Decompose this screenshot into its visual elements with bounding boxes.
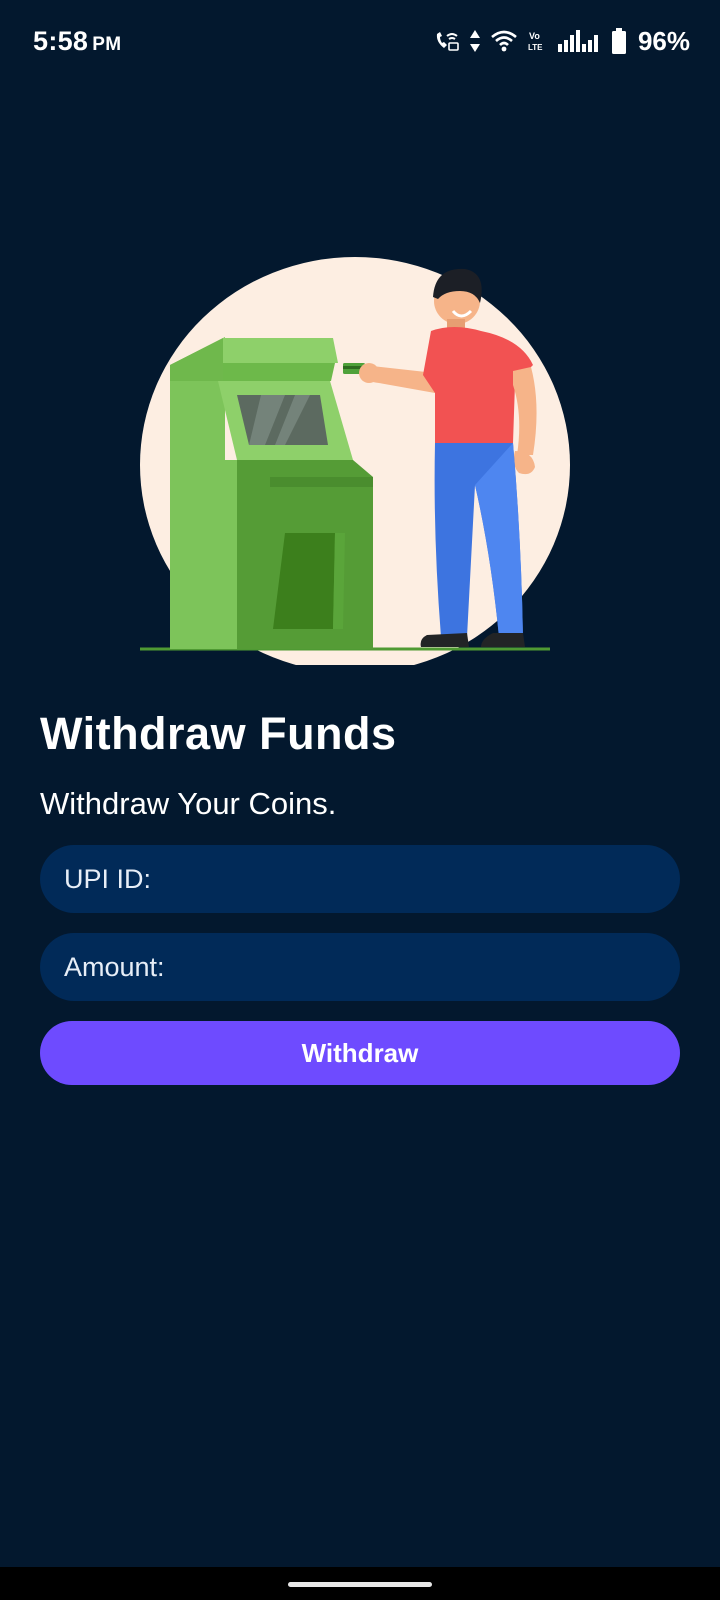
amount-input[interactable] (40, 933, 680, 1001)
page-title: Withdraw Funds (40, 708, 397, 759)
data-arrows-icon (469, 29, 481, 53)
status-time: 5:58 PM (33, 26, 121, 57)
battery-percentage: 96% (637, 25, 690, 56)
svg-text:Vo: Vo (529, 31, 540, 41)
status-time-ampm: PM (92, 34, 122, 55)
atm-withdraw-illustration (135, 255, 585, 673)
signal-icon (557, 30, 602, 52)
status-time-value: 5:58 (33, 26, 89, 56)
navigation-bar (0, 1567, 720, 1600)
battery-icon (611, 28, 627, 54)
status-bar: 5:58 PM Vo LTE 96% (0, 0, 720, 84)
status-icons: Vo LTE 96% (434, 26, 690, 56)
home-indicator[interactable] (288, 1582, 432, 1587)
volte-icon: Vo LTE (527, 29, 549, 53)
wifi-calling-icon (434, 30, 460, 52)
wifi-icon (490, 30, 518, 52)
withdraw-button[interactable]: Withdraw (40, 1021, 680, 1085)
svg-text:LTE: LTE (528, 43, 543, 52)
upi-id-input[interactable] (40, 845, 680, 913)
page-subtitle: Withdraw Your Coins. (40, 786, 337, 821)
